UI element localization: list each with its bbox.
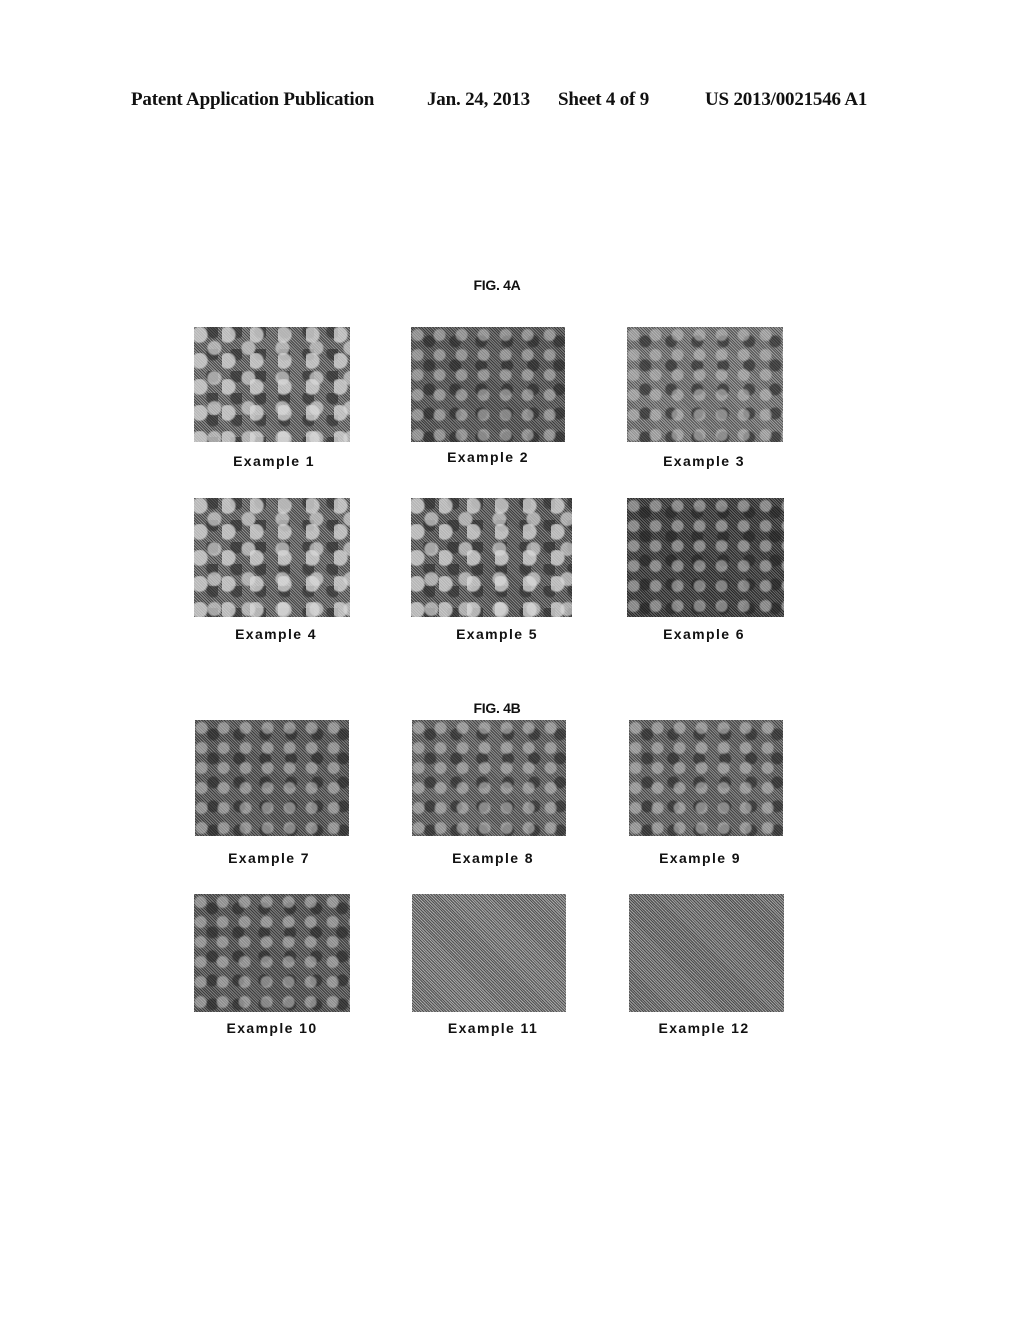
micrograph-example-1: [194, 327, 350, 442]
publication-number: US 2013/0021546 A1: [705, 89, 868, 110]
micrograph-example-10: [194, 894, 350, 1012]
figure-title: FIG. 4B: [473, 700, 521, 716]
micrograph-example-12: [629, 894, 784, 1012]
caption-example-7: Example 7: [228, 850, 310, 866]
caption-example-11: Example 11: [447, 1020, 539, 1036]
publication-date: Jan. 24, 2013: [427, 89, 530, 110]
micrograph-example-8: [412, 720, 566, 836]
micrograph-example-3: [627, 327, 783, 442]
figure-title: FIG. 4A: [473, 277, 521, 293]
caption-example-1: Example 1: [233, 453, 315, 469]
sheet-number: Sheet 4 of 9: [558, 89, 650, 110]
caption-example-4: Example 4: [235, 626, 317, 642]
caption-example-2: Example 2: [447, 449, 529, 465]
micrograph-example-9: [629, 720, 783, 836]
caption-example-8: Example 8: [452, 850, 534, 866]
caption-example-5: Example 5: [456, 626, 538, 642]
micrograph-example-7: [195, 720, 349, 836]
micrograph-example-11: [412, 894, 566, 1012]
caption-example-9: Example 9: [659, 850, 741, 866]
caption-example-12: Example 12: [658, 1020, 750, 1036]
micrograph-example-5: [411, 498, 572, 617]
publication-type: Patent Application Publication: [131, 89, 375, 110]
micrograph-example-4: [194, 498, 350, 617]
caption-example-3: Example 3: [663, 453, 745, 469]
micrograph-example-2: [411, 327, 565, 442]
caption-example-6: Example 6: [663, 626, 745, 642]
caption-example-10: Example 10: [226, 1020, 318, 1036]
micrograph-example-6: [627, 498, 784, 617]
